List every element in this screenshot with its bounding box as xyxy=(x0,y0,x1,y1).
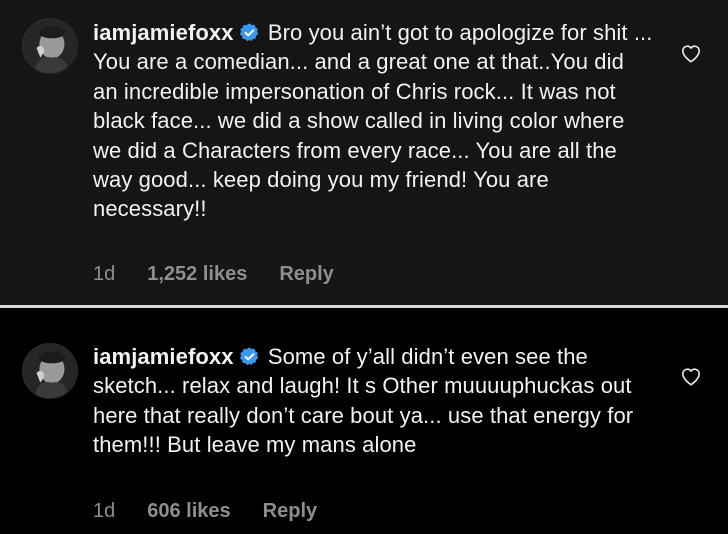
username-link[interactable]: iamjamiefoxx xyxy=(93,344,234,369)
likes-count[interactable]: 1,252 likes xyxy=(147,263,247,286)
comment-meta: 1d 1,252 likes Reply xyxy=(93,263,334,286)
timestamp: 1d xyxy=(93,500,116,522)
avatar[interactable] xyxy=(22,18,78,74)
likes-count[interactable]: 606 likes xyxy=(147,500,230,523)
username-link[interactable]: iamjamiefoxx xyxy=(93,20,234,45)
verified-badge-icon xyxy=(239,346,260,367)
profile-photo xyxy=(23,344,77,398)
reply-button[interactable]: Reply xyxy=(263,500,317,523)
verified-badge-icon xyxy=(239,22,260,43)
heart-outline-icon[interactable] xyxy=(680,43,702,63)
avatar[interactable] xyxy=(22,343,78,399)
comment-text: Bro you ain’t got to apologize for shit … xyxy=(93,20,653,222)
comment-body: iamjamiefoxx Some of y’all didn’t even s… xyxy=(93,342,653,460)
reply-button[interactable]: Reply xyxy=(279,263,333,286)
heart-outline-icon[interactable] xyxy=(680,366,702,386)
comment-meta: 1d 606 likes Reply xyxy=(93,500,317,523)
timestamp: 1d xyxy=(93,263,116,285)
profile-photo xyxy=(23,19,77,73)
comment-body: iamjamiefoxx Bro you ain’t got to apolog… xyxy=(93,18,653,224)
